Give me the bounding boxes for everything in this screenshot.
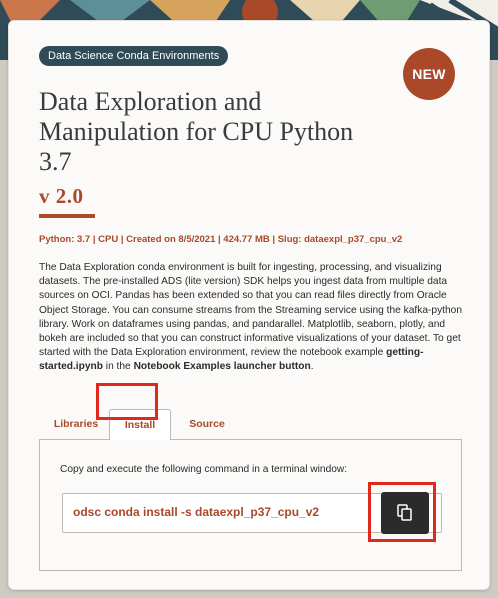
- tab-source[interactable]: Source: [177, 409, 237, 439]
- environment-meta: Python: 3.7 | CPU | Created on 8/5/2021 …: [39, 234, 403, 245]
- environment-title: Data Exploration and Manipulation for CP…: [39, 87, 354, 176]
- copy-button[interactable]: [381, 492, 429, 534]
- description-end: .: [310, 361, 314, 373]
- copy-icon: [397, 504, 412, 521]
- tab-libraries[interactable]: Libraries: [43, 409, 109, 439]
- environment-card: Data Science Conda Environments NEW Data…: [8, 20, 490, 590]
- category-pill: Data Science Conda Environments: [39, 46, 229, 66]
- tab-bar: Libraries Install Source: [39, 409, 462, 440]
- version-underline: [39, 214, 95, 218]
- install-instruction: Copy and execute the following command i…: [60, 464, 348, 475]
- version-label: v 2.0: [39, 184, 84, 208]
- tab-install[interactable]: Install: [109, 409, 171, 440]
- launcher-button-ref: Notebook Examples launcher button: [133, 361, 311, 373]
- install-command[interactable]: odsc conda install -s dataexpl_p37_cpu_v…: [73, 505, 319, 519]
- new-badge: NEW: [403, 48, 455, 100]
- description-mid: in the: [102, 361, 134, 373]
- description-text: The Data Exploration conda environment i…: [39, 262, 462, 359]
- command-box: odsc conda install -s dataexpl_p37_cpu_v…: [62, 492, 442, 534]
- environment-description: The Data Exploration conda environment i…: [39, 261, 464, 375]
- install-panel: Copy and execute the following command i…: [39, 439, 462, 571]
